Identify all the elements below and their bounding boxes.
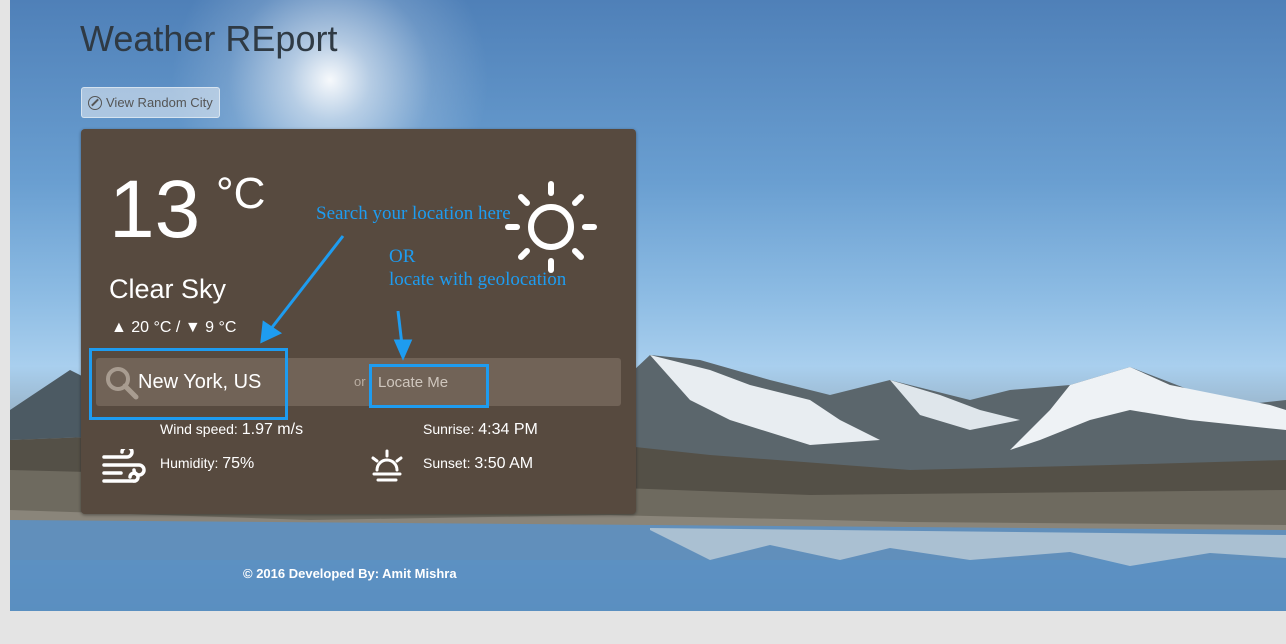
wind-icon bbox=[102, 449, 146, 483]
or-label: or bbox=[354, 374, 366, 389]
compass-icon bbox=[88, 95, 102, 110]
temperature-unit: °C bbox=[216, 169, 266, 218]
sunset: Sunset: 3:50 AM bbox=[423, 455, 533, 473]
wind-speed-value: 1.97 m/s bbox=[241, 421, 304, 438]
or-annotation: OR bbox=[389, 246, 416, 267]
locate-me-button[interactable]: Locate Me bbox=[372, 366, 482, 398]
weather-card: 13 °C Clear Sky ▲ 20 °C / ▼ 9 °C or Loca… bbox=[81, 129, 636, 514]
view-random-city-button[interactable]: View Random City bbox=[81, 87, 220, 118]
humidity-value: 75% bbox=[222, 455, 255, 472]
footer-credit: © 2016 Developed By: Amit Mishra bbox=[243, 566, 457, 581]
geolocation-hint-annotation: locate with geolocation bbox=[389, 269, 567, 290]
view-random-city-label: View Random City bbox=[106, 95, 213, 110]
temperature-value: 13 bbox=[109, 164, 201, 255]
weather-condition: Clear Sky bbox=[109, 274, 227, 304]
sun-icon bbox=[505, 181, 597, 273]
wind-speed-label: Wind speed: bbox=[160, 421, 238, 437]
sunrise-value: 4:34 PM bbox=[478, 421, 538, 438]
sunrise-label: Sunrise: bbox=[423, 421, 475, 437]
location-search-input[interactable] bbox=[138, 368, 278, 396]
temperature-range: ▲ 20 °C / ▼ 9 °C bbox=[111, 319, 237, 336]
sunset-value: 3:50 AM bbox=[474, 455, 534, 472]
search-hint-annotation: Search your location here bbox=[316, 203, 511, 224]
humidity: Humidity: 75% bbox=[160, 455, 254, 473]
sunset-icon bbox=[371, 449, 403, 482]
search-bar: or Locate Me bbox=[96, 358, 621, 406]
search-icon[interactable] bbox=[105, 366, 139, 400]
wind-speed: Wind speed: 1.97 m/s bbox=[160, 421, 303, 439]
humidity-label: Humidity: bbox=[160, 455, 219, 471]
sunrise: Sunrise: 4:34 PM bbox=[423, 421, 538, 439]
page-title: Weather REport bbox=[80, 18, 338, 59]
sunset-label: Sunset: bbox=[423, 455, 471, 471]
